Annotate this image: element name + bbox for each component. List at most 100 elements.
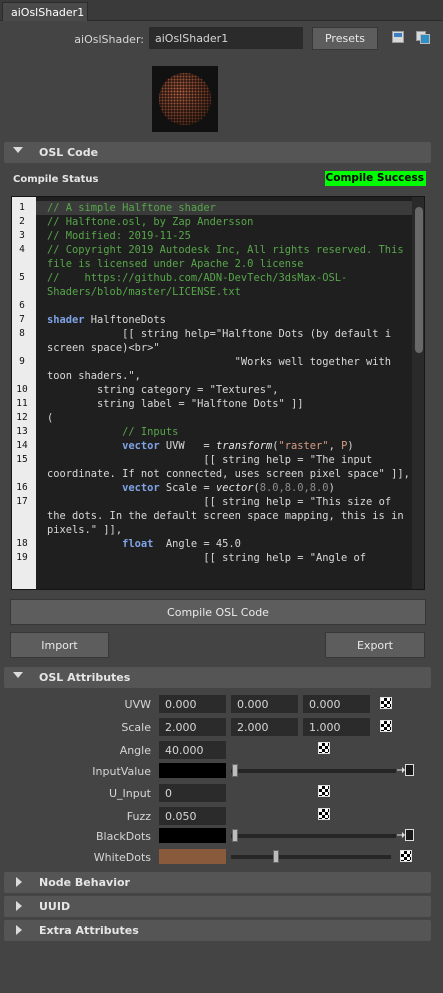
line-number: 19 bbox=[16, 552, 28, 563]
code-line-text: // Halftone.osl, by Zap Andersson bbox=[47, 216, 254, 228]
whitedots-slider-handle[interactable] bbox=[273, 850, 279, 863]
angle-field[interactable]: 40.000 bbox=[159, 741, 226, 759]
code-line-text: string category = "Textures", bbox=[47, 384, 279, 396]
inputvalue-color-swatch[interactable] bbox=[159, 763, 226, 778]
expand-arrow-icon bbox=[16, 877, 22, 887]
import-button[interactable]: Import bbox=[10, 632, 109, 658]
scale-map-button-icon[interactable] bbox=[380, 720, 392, 732]
uvw-x-field[interactable]: 0.000 bbox=[159, 695, 226, 713]
line-number: 11 bbox=[16, 398, 28, 409]
code-line[interactable]: 12 ( bbox=[16, 411, 412, 425]
whitedots-label: WhiteDots bbox=[93, 851, 151, 864]
code-line-text: // A simple Halftone shader bbox=[47, 202, 216, 214]
code-line[interactable]: 14 vector UVW = transform("raster", P) bbox=[16, 439, 412, 453]
code-line[interactable]: 6 bbox=[19, 299, 412, 313]
tab-aioslshader1[interactable]: aiOslShader1 bbox=[2, 2, 88, 21]
code-scrollbar-thumb[interactable] bbox=[415, 207, 423, 353]
collapse-arrow-icon bbox=[13, 147, 23, 153]
code-line-text: "Works well together with toon shaders."… bbox=[47, 356, 398, 382]
code-line-text: ( bbox=[47, 412, 54, 424]
code-line-text: // Inputs bbox=[122, 426, 179, 438]
code-line[interactable]: 2 // Halftone.osl, by Zap Andersson bbox=[19, 215, 412, 229]
line-number: 6 bbox=[19, 300, 25, 311]
scale-x-field[interactable]: 2.000 bbox=[159, 718, 226, 736]
code-line[interactable]: 9 "Works well together with toon shaders… bbox=[19, 355, 412, 383]
uvw-label: UVW bbox=[124, 698, 151, 711]
compile-status-badge: Compile Success bbox=[325, 171, 426, 186]
presets-button[interactable]: Presets bbox=[312, 27, 378, 50]
extra-attributes-section-header[interactable]: Extra Attributes bbox=[4, 920, 431, 941]
code-line-text: // Modified: 2019-11-25 bbox=[47, 230, 191, 242]
code-line[interactable]: 11 string label = "Halftone Dots" ]] bbox=[16, 397, 412, 411]
section-title: OSL Code bbox=[39, 146, 99, 159]
inputvalue-slider-handle[interactable] bbox=[232, 764, 238, 777]
code-line[interactable]: 19 [[ string help = "Angle of bbox=[16, 551, 412, 565]
osl-code-section-header[interactable]: OSL Code bbox=[4, 142, 431, 163]
material-swatch-preview bbox=[152, 66, 218, 132]
copy-tab-icon[interactable] bbox=[416, 31, 430, 44]
uvw-map-button-icon[interactable] bbox=[380, 697, 392, 709]
u-input-map-button-icon[interactable] bbox=[318, 785, 330, 797]
shader-name-field[interactable]: aiOslShader1 bbox=[149, 27, 303, 49]
fuzz-map-button-icon[interactable] bbox=[318, 808, 330, 820]
section-title: OSL Attributes bbox=[39, 671, 131, 684]
code-line[interactable]: 15 [[ string help = "The input coordinat… bbox=[16, 453, 412, 481]
blackdots-label: BlackDots bbox=[95, 830, 151, 843]
inputvalue-slider-track[interactable] bbox=[231, 769, 396, 773]
u-input-field[interactable]: 0 bbox=[159, 784, 226, 802]
compile-status-label: Compile Status bbox=[13, 174, 99, 185]
code-line[interactable]: 13 // Inputs bbox=[16, 425, 412, 439]
code-line-text: [[ string help = "This size of the dots.… bbox=[47, 496, 410, 536]
code-line-text: // https://github.com/ADN-DevTech/3dsMax… bbox=[47, 272, 348, 298]
uvw-y-field[interactable]: 0.000 bbox=[231, 695, 298, 713]
code-line-text: string label = "Halftone Dots" ]] bbox=[47, 398, 304, 410]
fuzz-field[interactable]: 0.050 bbox=[159, 807, 226, 825]
code-line[interactable]: 3 // Modified: 2019-11-25 bbox=[19, 229, 412, 243]
export-button[interactable]: Export bbox=[325, 632, 425, 658]
uuid-section-header[interactable]: UUID bbox=[4, 896, 431, 917]
line-number: 5 bbox=[19, 272, 25, 283]
blackdots-slider-track[interactable] bbox=[231, 834, 396, 838]
line-number: 15 bbox=[16, 454, 28, 465]
code-line[interactable]: 5 // https://github.com/ADN-DevTech/3dsMa… bbox=[19, 271, 412, 299]
code-text[interactable]: 1 // A simple Halftone shader 2 // Halftone… bbox=[16, 201, 412, 565]
code-line-text: vector UVW = transform("raster", P) bbox=[122, 440, 354, 452]
node-behavior-section-header[interactable]: Node Behavior bbox=[4, 872, 431, 893]
blackdots-slider-handle[interactable] bbox=[232, 829, 238, 842]
angle-label: Angle bbox=[119, 744, 151, 757]
code-line-text: shader HalftoneDots bbox=[47, 314, 166, 326]
scale-y-field[interactable]: 2.000 bbox=[231, 718, 298, 736]
osl-code-editor[interactable]: 1 // A simple Halftone shader 2 // Halftone… bbox=[11, 196, 425, 590]
code-line-text: [[ string help = "Angle of bbox=[47, 552, 367, 564]
input-connection-icon[interactable] bbox=[397, 828, 415, 842]
uvw-z-field[interactable]: 0.000 bbox=[303, 695, 370, 713]
code-line-text: [[ string help = "The input coordinate. … bbox=[47, 454, 410, 480]
code-line[interactable]: 4 // Copyright 2019 Autodesk Inc, All rig… bbox=[19, 243, 412, 271]
angle-map-button-icon[interactable] bbox=[318, 742, 330, 754]
code-line[interactable]: 8 [[ string help="Halftone Dots (by defa… bbox=[19, 327, 412, 355]
section-title: Node Behavior bbox=[39, 876, 130, 889]
code-line[interactable]: 1 // A simple Halftone shader bbox=[19, 201, 412, 215]
code-line[interactable]: 17 [[ string help = "This size of the do… bbox=[16, 495, 412, 537]
code-line[interactable]: 18 float Angle = 45.0 bbox=[16, 537, 412, 551]
code-line[interactable]: 7 shader HalftoneDots bbox=[19, 313, 412, 327]
line-number: 1 bbox=[19, 202, 25, 213]
whitedots-map-button-icon[interactable] bbox=[400, 850, 412, 862]
show-editor-icon[interactable] bbox=[392, 31, 404, 43]
scale-z-field[interactable]: 1.000 bbox=[303, 718, 370, 736]
code-line[interactable]: 16 vector Scale = vector(8.0,8.0,8.0) bbox=[16, 481, 412, 495]
code-line-text: float Angle = 45.0 bbox=[122, 538, 241, 550]
inputvalue-label: InputValue bbox=[92, 765, 151, 778]
line-number: 8 bbox=[19, 328, 25, 339]
whitedots-color-swatch[interactable] bbox=[159, 849, 226, 864]
line-number: 4 bbox=[19, 244, 25, 255]
u-input-label: U_Input bbox=[108, 787, 151, 800]
compile-osl-code-button[interactable]: Compile OSL Code bbox=[10, 599, 426, 625]
line-number: 17 bbox=[16, 496, 28, 507]
code-line[interactable]: 10 string category = "Textures", bbox=[16, 383, 412, 397]
blackdots-color-swatch[interactable] bbox=[159, 828, 226, 843]
osl-attributes-section-header[interactable]: OSL Attributes bbox=[4, 667, 431, 688]
input-connection-icon[interactable] bbox=[397, 763, 415, 777]
whitedots-slider-track[interactable] bbox=[231, 855, 391, 859]
